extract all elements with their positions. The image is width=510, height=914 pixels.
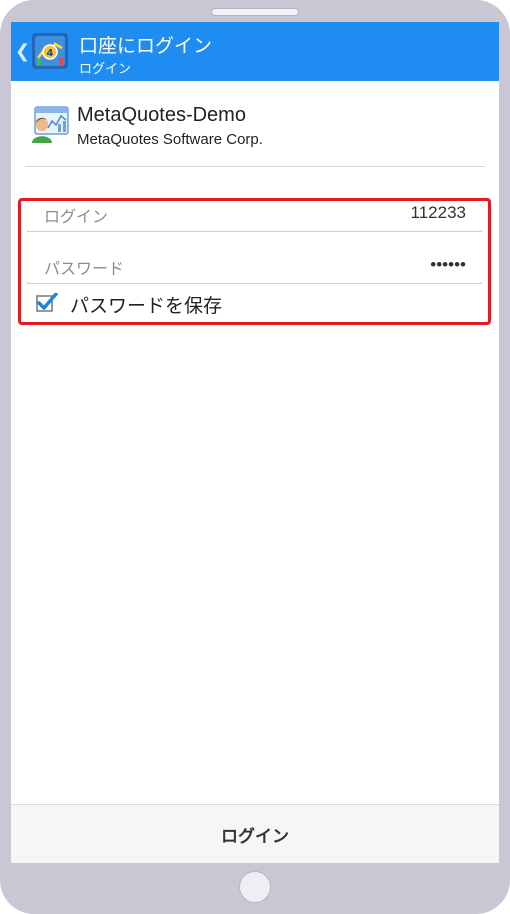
login-label: ログイン xyxy=(44,207,109,226)
metatrader-app-icon[interactable]: 4 xyxy=(31,32,69,70)
server-company: MetaQuotes Software Corp. xyxy=(77,131,263,148)
login-input[interactable]: 112233 xyxy=(411,203,466,223)
save-password-row[interactable]: パスワードを保存 xyxy=(34,288,334,318)
login-button[interactable]: ログイン xyxy=(11,805,499,863)
server-broker-icon xyxy=(31,106,71,144)
password-field-underline xyxy=(27,282,482,284)
save-password-label[interactable]: パスワードを保存 xyxy=(70,291,222,318)
home-button[interactable] xyxy=(239,871,271,903)
save-password-checkbox[interactable] xyxy=(36,292,58,312)
phone-speaker xyxy=(211,8,299,16)
app-header: ❮ 4 口座にログイン ログイン xyxy=(11,22,499,81)
chevron-left-icon[interactable]: ❮ xyxy=(15,41,30,62)
password-label: パスワード xyxy=(44,259,125,278)
phone-frame: ❮ 4 口座にログイン ログイン MetaQuotes-Demo MetaQuo… xyxy=(0,0,510,914)
login-field[interactable]: ログイン 112233 xyxy=(27,198,482,232)
login-field-underline xyxy=(27,230,482,232)
divider xyxy=(25,166,485,167)
page-subtitle: ログイン xyxy=(79,62,132,77)
password-field[interactable]: パスワード •••••• xyxy=(27,250,482,284)
bottom-action-bar: ログイン xyxy=(11,804,499,863)
page-title: 口座にログイン xyxy=(79,35,213,57)
server-name[interactable]: MetaQuotes-Demo xyxy=(77,104,246,127)
app-screen: ❮ 4 口座にログイン ログイン MetaQuotes-Demo MetaQuo… xyxy=(11,22,499,863)
password-input[interactable]: •••••• xyxy=(430,255,466,275)
svg-text:4: 4 xyxy=(47,48,54,59)
